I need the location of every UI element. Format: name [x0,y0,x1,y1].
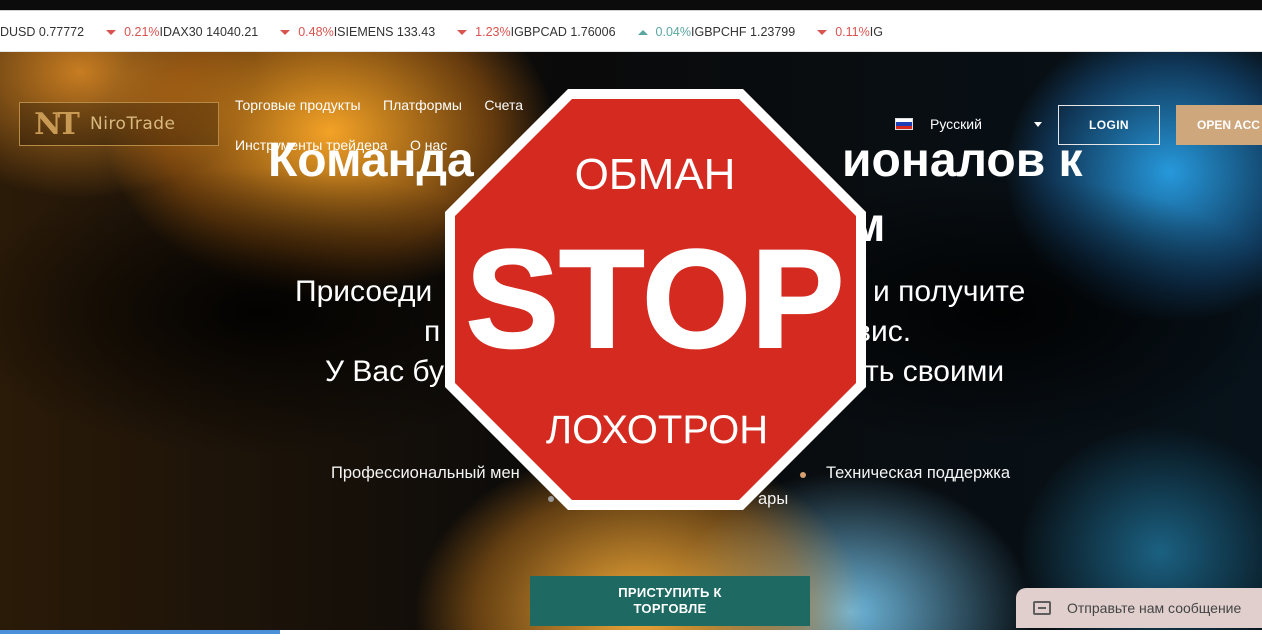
chat-widget[interactable]: Отправьте нам сообщение [1016,588,1262,628]
ticker-symbol: SIEMENS 133.43 [337,25,436,39]
logo-text: NiroTrade [90,114,176,134]
message-icon [1033,601,1051,615]
arrow-down-icon [106,29,117,35]
russian-flag-icon [895,118,913,130]
ticker-track: DUSD 0.77772 0.21% I DAX30 14040.21 0.48% I SI… [0,11,905,51]
stop-sign: ОБМАН STOP ЛОХОТРОН [445,89,866,510]
ticker-symbol: DAX30 14040.21 [163,25,259,39]
chat-label: Отправьте нам сообщение [1067,600,1242,616]
cta-line2: ТОРГОВЛЕ [633,601,707,616]
start-trading-button[interactable]: ПРИСТУПИТЬ К ТОРГОВЛЕ [530,576,810,626]
ticker-symbol: GBPCHF 1.23799 [694,25,796,39]
chevron-down-icon [1033,121,1042,127]
nav-trading-products[interactable]: Торговые продукты [235,94,361,116]
price-ticker: DUSD 0.77772 0.21% I DAX30 14040.21 0.48% I SI… [0,10,1262,52]
ticker-change: 0.04% [655,25,691,39]
ticker-item: DAX30 14040.21 0.48% [163,25,334,39]
ticker-item: G [873,25,905,39]
hero-subtitle-line1-left: Присоеди [295,275,433,308]
ticker-change: 0.11% [835,25,870,39]
stop-bottom-text: ЛОХОТРОН [546,408,768,452]
arrow-down-icon [280,29,291,35]
logo-mark-icon: NT [34,106,80,142]
hero-subtitle-line1-right: и получите [873,275,1026,308]
ticker-change: 1.23% [475,25,511,39]
hero-subtitle-line3-right: ть своими [865,355,1005,388]
arrow-down-icon [817,29,828,35]
ticker-item: DUSD 0.77772 0.21% [0,25,160,39]
ticker-change: 0.21% [124,25,160,39]
stop-top-text: ОБМАН [575,150,736,199]
language-label: Русский [930,116,982,132]
ticker-symbol: GBPCAD 1.76006 [514,25,616,39]
ticker-item: GBPCAD 1.76006 0.04% [514,25,691,39]
logo[interactable]: NT NiroTrade [19,102,219,146]
arrow-up-icon [637,29,648,35]
ticker-symbol: DUSD 0.77772 [0,25,85,39]
bottom-strip [0,630,1262,644]
hero-heading-right: ионалов к [842,134,1083,187]
stop-main-text: STOP [466,220,845,377]
ticker-symbol: G [873,25,883,39]
bottom-accent-bar [0,630,280,634]
hero-subtitle-line3-left: У Вас бу [325,355,444,388]
open-account-button[interactable]: OPEN ACC [1176,105,1262,145]
language-selector[interactable]: Русский [895,116,1042,132]
ticker-change: 0.48% [298,25,334,39]
ticker-item: GBPCHF 1.23799 0.11% [694,25,869,39]
arrow-down-icon [457,29,468,35]
cta-line1: ПРИСТУПИТЬ К [618,585,722,600]
hero-subtitle-line2-left: п [424,315,441,348]
ticker-item: SIEMENS 133.43 1.23% [337,25,510,39]
hero-heading-left: Команда [268,134,474,187]
